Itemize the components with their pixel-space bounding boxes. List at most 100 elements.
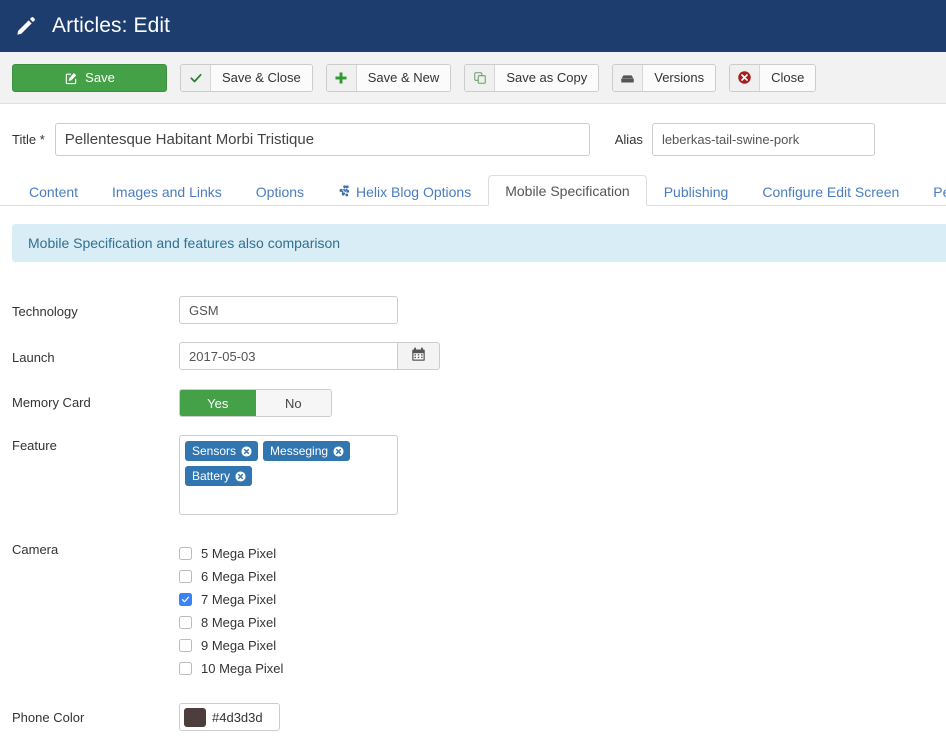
app-header: Articles: Edit — [0, 0, 946, 52]
save-copy-button[interactable]: Save as Copy — [464, 64, 599, 92]
plus-icon — [327, 65, 357, 91]
camera-checkbox-group: 5 Mega Pixel 6 Mega Pixel 7 Mega Pixel 8… — [179, 542, 946, 680]
checkbox-checked-icon[interactable] — [179, 593, 192, 606]
phone-color-row: Phone Color #4d3d3d — [0, 703, 946, 731]
save-new-button[interactable]: Save & New — [326, 64, 452, 92]
save-copy-label: Save as Copy — [495, 65, 598, 91]
camera-option[interactable]: 6 Mega Pixel — [179, 565, 946, 588]
alias-input[interactable] — [652, 123, 875, 156]
memory-card-no-option[interactable]: No — [256, 390, 332, 416]
camera-option-label: 5 Mega Pixel — [201, 546, 276, 561]
tag-remove-icon[interactable] — [333, 446, 344, 457]
title-alias-row: Title * Alias — [0, 104, 946, 174]
tab-content-label: Content — [29, 184, 78, 200]
tab-helix-blog-options[interactable]: Helix Blog Options — [321, 176, 488, 206]
tab-mobile-specification-label: Mobile Specification — [505, 183, 630, 199]
technology-input[interactable] — [179, 296, 398, 324]
camera-option-label: 6 Mega Pixel — [201, 569, 276, 584]
archive-icon — [613, 65, 643, 91]
color-swatch[interactable] — [184, 708, 206, 727]
save-new-label: Save & New — [357, 65, 451, 91]
tab-configure-edit-screen-label: Configure Edit Screen — [762, 184, 899, 200]
camera-option-label: 9 Mega Pixel — [201, 638, 276, 653]
tab-options-label: Options — [256, 184, 304, 200]
camera-row: Camera 5 Mega Pixel 6 Mega Pixel 7 Mega … — [0, 542, 946, 680]
phone-color-label: Phone Color — [0, 703, 179, 725]
camera-option[interactable]: 7 Mega Pixel — [179, 588, 946, 611]
joomla-icon — [338, 185, 351, 198]
title-label: Title * — [12, 132, 45, 147]
camera-option-label: 8 Mega Pixel — [201, 615, 276, 630]
info-alert-text: Mobile Specification and features also c… — [28, 235, 340, 251]
feature-row: Feature Sensors Messeging — [0, 435, 946, 515]
camera-label: Camera — [0, 542, 179, 557]
memory-card-toggle: Yes No — [179, 389, 332, 417]
tab-permissions[interactable]: Permissions — [916, 176, 946, 206]
tab-publishing[interactable]: Publishing — [647, 176, 746, 206]
camera-option[interactable]: 10 Mega Pixel — [179, 657, 946, 680]
memory-card-yes-option[interactable]: Yes — [180, 390, 256, 416]
tab-mobile-specification[interactable]: Mobile Specification — [488, 175, 647, 206]
checkbox-unchecked-icon[interactable] — [179, 547, 192, 560]
title-input[interactable] — [55, 123, 590, 156]
save-button-label: Save — [85, 70, 115, 85]
phone-color-value: #4d3d3d — [212, 710, 263, 725]
info-alert: Mobile Specification and features also c… — [12, 224, 946, 262]
page-title: Articles: Edit — [52, 14, 170, 38]
checkbox-unchecked-icon[interactable] — [179, 616, 192, 629]
tab-content[interactable]: Content — [12, 176, 95, 206]
tab-images-and-links[interactable]: Images and Links — [95, 176, 239, 206]
launch-row: Launch — [0, 342, 946, 370]
copy-icon — [465, 65, 495, 91]
tab-permissions-label: Permissions — [933, 184, 946, 200]
tag-item[interactable]: Battery — [185, 466, 252, 486]
tag-item[interactable]: Messeging — [263, 441, 350, 461]
checkbox-unchecked-icon[interactable] — [179, 662, 192, 675]
tab-options[interactable]: Options — [239, 176, 321, 206]
calendar-icon — [411, 347, 426, 365]
alias-label: Alias — [615, 132, 643, 147]
close-label: Close — [760, 65, 815, 91]
launch-date-input[interactable] — [179, 342, 398, 370]
close-circle-icon — [730, 65, 760, 91]
checkbox-unchecked-icon[interactable] — [179, 639, 192, 652]
tab-publishing-label: Publishing — [664, 184, 729, 200]
save-close-button[interactable]: Save & Close — [180, 64, 313, 92]
versions-button[interactable]: Versions — [612, 64, 716, 92]
camera-option[interactable]: 8 Mega Pixel — [179, 611, 946, 634]
save-button[interactable]: Save — [12, 64, 167, 92]
camera-option-label: 7 Mega Pixel — [201, 592, 276, 607]
pencil-icon — [14, 14, 38, 38]
feature-tag-input[interactable]: Sensors Messeging — [179, 435, 398, 515]
versions-label: Versions — [643, 65, 715, 91]
technology-label: Technology — [0, 296, 179, 319]
memory-card-row: Memory Card Yes No — [0, 389, 946, 417]
tag-item[interactable]: Sensors — [185, 441, 258, 461]
calendar-button[interactable] — [398, 342, 440, 370]
camera-option-label: 10 Mega Pixel — [201, 661, 283, 676]
camera-option[interactable]: 5 Mega Pixel — [179, 542, 946, 565]
mobile-specification-form: Technology Launch — [0, 262, 946, 731]
edit-square-icon — [64, 71, 78, 85]
phone-color-field[interactable]: #4d3d3d — [179, 703, 280, 731]
checkbox-unchecked-icon[interactable] — [179, 570, 192, 583]
tag-remove-icon[interactable] — [241, 446, 252, 457]
feature-label: Feature — [0, 435, 179, 453]
camera-option[interactable]: 9 Mega Pixel — [179, 634, 946, 657]
tab-images-and-links-label: Images and Links — [112, 184, 222, 200]
tag-label: Sensors — [192, 445, 236, 457]
tag-remove-icon[interactable] — [235, 471, 246, 482]
close-button[interactable]: Close — [729, 64, 816, 92]
tab-bar: Content Images and Links Options Helix B… — [0, 174, 946, 206]
toolbar: Save Save & Close Save & New Save as Cop… — [0, 52, 946, 104]
save-close-label: Save & Close — [211, 65, 312, 91]
tab-configure-edit-screen[interactable]: Configure Edit Screen — [745, 176, 916, 206]
launch-label: Launch — [0, 342, 179, 365]
tab-helix-blog-options-label: Helix Blog Options — [356, 184, 471, 200]
tag-label: Battery — [192, 470, 230, 482]
launch-datefield — [179, 342, 946, 370]
tag-label: Messeging — [270, 445, 328, 457]
memory-card-label: Memory Card — [0, 389, 179, 410]
check-icon — [181, 65, 211, 91]
technology-row: Technology — [0, 296, 946, 324]
